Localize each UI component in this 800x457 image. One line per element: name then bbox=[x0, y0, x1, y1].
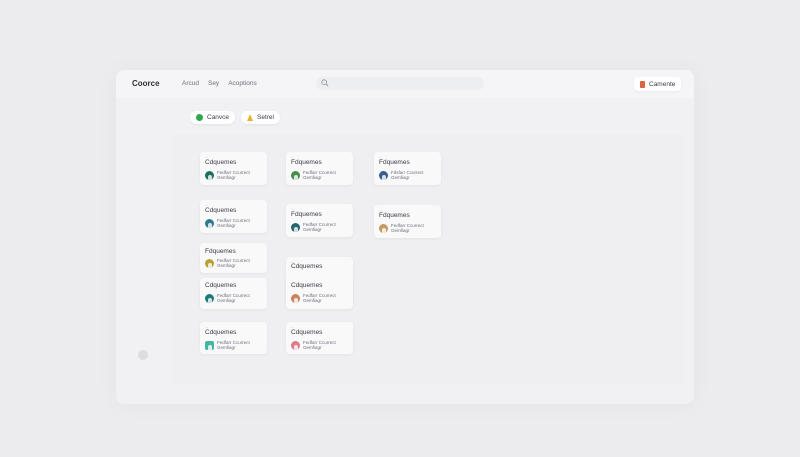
card-title: Cdquemes bbox=[205, 207, 237, 214]
card-line2: Gemfiagr bbox=[217, 223, 236, 228]
card-line2: Gemfiagr bbox=[391, 228, 410, 233]
card-meta: Fedfarr Ccurrect Gemfiagr bbox=[303, 293, 336, 303]
card-title: Fdquemes bbox=[291, 159, 322, 166]
filter-chip-canvce[interactable]: Canvce bbox=[190, 111, 236, 124]
card-meta: Fedfarr Ccurrect Gemfiagr bbox=[303, 222, 336, 232]
app-window: Coorce Arcud Sey Acoptions Camente Canvc… bbox=[116, 70, 694, 404]
avatar bbox=[379, 224, 388, 233]
card-line2: Gemfiagr bbox=[217, 175, 236, 180]
avatar bbox=[291, 223, 300, 232]
account-label: Camente bbox=[649, 80, 676, 88]
card-title: Cdquemes bbox=[291, 282, 323, 289]
card-title: Fdquemes bbox=[205, 248, 236, 255]
card-meta: Fedfarr Ccurrect Gemfiagr bbox=[391, 223, 424, 233]
search-icon bbox=[321, 79, 329, 87]
avatar bbox=[205, 219, 214, 228]
nav-item-acoptions[interactable]: Acoptions bbox=[228, 80, 257, 87]
card-title: Cdquemes bbox=[205, 159, 237, 166]
list-item[interactable]: — Cdquemes Fedfarr Ccurrect Gemfiagr bbox=[286, 322, 353, 354]
brand-logo[interactable]: Coorce bbox=[132, 79, 160, 88]
avatar bbox=[291, 341, 300, 350]
chip-label: Canvce bbox=[207, 114, 230, 121]
card-title: Cdquemes bbox=[291, 263, 323, 270]
list-item[interactable]: — Fdquemes Fedfarr Ccurrect Gemfiagr bbox=[200, 243, 267, 273]
list-item[interactable]: Cdquemes Fedfarr Ccurrect Gemfiagr bbox=[286, 278, 353, 309]
card-meta: Fedfarr Ccurrect Gemfiagr bbox=[303, 170, 336, 180]
card-line2: Gemfiagr bbox=[303, 175, 322, 180]
avatar bbox=[205, 171, 214, 180]
top-bar: Coorce Arcud Sey Acoptions Camente bbox=[116, 70, 694, 98]
chip-label: Setrel bbox=[257, 114, 274, 121]
list-item[interactable]: Cdquemes Fedfarr Ccurrect Gemfiagr bbox=[200, 278, 267, 309]
card-meta: Fedfarr Ccurrect Gemfiagr bbox=[303, 340, 336, 350]
card-title: Fdquemes bbox=[291, 211, 322, 218]
list-item[interactable]: — Fdquemes Fdsfarr Ccurrect Gemfiagr bbox=[374, 152, 441, 185]
avatar bbox=[205, 341, 214, 350]
card-line2: Gemfiagr bbox=[217, 298, 236, 303]
list-item[interactable]: — Cdquemes Fedfarr Ccurrect Gemfiagr bbox=[200, 322, 267, 354]
card-meta: Fedfarr Ccurrect Gemfiagr bbox=[217, 340, 250, 350]
check-circle-icon bbox=[196, 114, 203, 121]
card-line2: Gemfiagr bbox=[303, 345, 322, 350]
avatar bbox=[379, 171, 388, 180]
main-nav: Arcud Sey Acoptions bbox=[182, 80, 257, 87]
card-line2: Gemfiagr bbox=[217, 345, 236, 350]
card-line2: Gemfiagr bbox=[391, 175, 410, 180]
card-title: Cdquemes bbox=[291, 329, 323, 336]
avatar bbox=[205, 259, 214, 268]
list-item[interactable]: — Fdquemes Fedfarr Ccurrect Gemfiagr bbox=[286, 204, 353, 237]
list-item[interactable]: — Fdquemes Fedfarr Ccurrect Gemfiagr bbox=[286, 152, 353, 185]
nav-item-sey[interactable]: Sey bbox=[208, 80, 219, 87]
card-meta: Fedfarr Ccurrect Gemfiagr bbox=[217, 293, 250, 303]
floating-action-dot[interactable] bbox=[138, 350, 148, 360]
account-button[interactable]: Camente bbox=[634, 77, 682, 91]
list-item[interactable]: — Cdquemes Fedfarr Ccurrect Gemfiagr bbox=[200, 200, 267, 233]
list-item[interactable]: — Fdquemes Fedfarr Ccurrect Gemfiagr bbox=[374, 205, 441, 238]
list-item[interactable]: — Cdquemes Fedfarr Ccurrect Gemfiagr bbox=[200, 152, 267, 185]
card-title: Fdquemes bbox=[379, 212, 410, 219]
avatar bbox=[291, 294, 300, 303]
document-icon bbox=[640, 80, 645, 88]
card-title: Cdquemes bbox=[205, 282, 237, 289]
warning-icon bbox=[247, 114, 253, 121]
card-meta: Fedfarr Ccurrect Gemfiagr bbox=[217, 170, 250, 180]
card-meta: Fedfarr Ccurrect Gemfiagr bbox=[217, 218, 250, 228]
card-line2: Gemfiagr bbox=[303, 227, 322, 232]
card-title: Cdquemes bbox=[205, 329, 237, 336]
card-meta: Fedfarr Ccurrect Gemfiagr bbox=[217, 258, 250, 268]
avatar bbox=[205, 294, 214, 303]
nav-item-arcud[interactable]: Arcud bbox=[182, 80, 199, 87]
card-line2: Gemfiagr bbox=[303, 298, 322, 303]
card-meta: Fdsfarr Ccurrect Gemfiagr bbox=[391, 170, 424, 180]
card-title: Fdquemes bbox=[379, 159, 410, 166]
card-grid: — Cdquemes Fedfarr Ccurrect Gemfiagr — Fd… bbox=[172, 134, 684, 384]
filter-chip-setrel[interactable]: Setrel bbox=[241, 111, 280, 124]
card-line2: Gemfiagr bbox=[217, 263, 236, 268]
avatar bbox=[291, 171, 300, 180]
search-input[interactable] bbox=[316, 77, 484, 90]
